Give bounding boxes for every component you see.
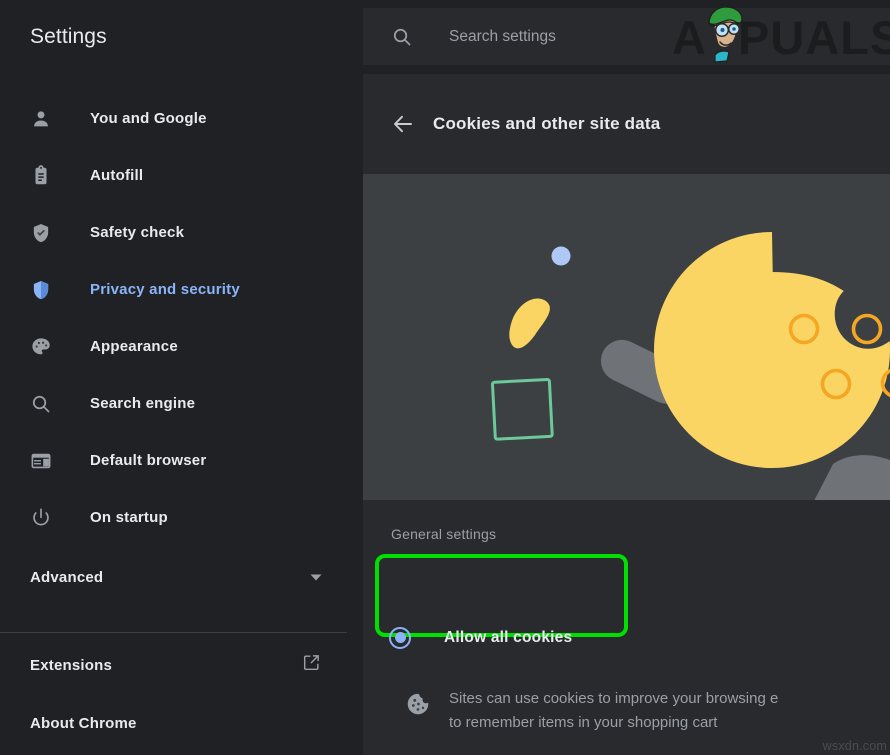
search-box[interactable] [363,8,890,65]
chevron-down-icon [309,570,323,584]
cookie-icon [405,691,431,717]
sidebar-nav-list: You and Google Autofill Safety check Pri… [0,74,363,546]
sidebar-item-safety-check[interactable]: Safety check [0,204,363,261]
settings-title-bar: Settings [0,0,363,74]
page-header: Cookies and other site data [363,74,890,174]
shield-icon [30,279,52,301]
sidebar-item-advanced[interactable]: Advanced [0,546,363,608]
sidebar: Settings You and Google Autofill Safety … [0,0,363,755]
sidebar-item-extensions[interactable]: Extensions [0,636,363,694]
radio-option-allow-all-cookies[interactable]: Allow all cookies [363,596,890,679]
search-icon [391,26,413,48]
section-label: General settings [391,526,497,542]
magnifier-icon [30,393,52,415]
sidebar-footer: Extensions About Chrome [0,636,363,752]
search-input[interactable] [449,27,679,46]
sidebar-item-label: Privacy and security [90,281,240,298]
sidebar-item-label: Safety check [90,224,185,241]
power-icon [30,507,52,529]
sidebar-item-you-and-google[interactable]: You and Google [0,90,363,147]
sidebar-item-privacy-and-security[interactable]: Privacy and security [0,261,363,318]
main-panel: Cookies and other site data General sett… [363,74,890,755]
page-title: Cookies and other site data [433,114,661,133]
radio-description: Sites can use cookies to improve your br… [449,690,779,732]
sidebar-item-label: You and Google [90,110,207,127]
sidebar-item-label: Appearance [90,338,178,355]
sidebar-divider [0,632,347,633]
sidebar-item-label: On startup [90,509,168,526]
clipboard-icon [30,164,52,187]
sidebar-item-about-chrome[interactable]: About Chrome [0,694,363,752]
page-title-settings: Settings [30,25,107,48]
browser-window-icon [30,450,52,472]
radio-label: Allow all cookies [444,628,573,646]
sidebar-item-label: Search engine [90,395,196,412]
sidebar-item-label: About Chrome [30,714,137,732]
general-settings-section: General settings Allow all cookies Sites… [363,500,890,736]
sidebar-item-on-startup[interactable]: On startup [0,489,363,546]
back-arrow-icon[interactable] [391,112,415,136]
site-watermark: wsxdn.com [822,739,887,753]
sidebar-item-autofill[interactable]: Autofill [0,147,363,204]
dot-shape [551,246,571,266]
palette-icon [30,336,52,358]
radio-button[interactable] [389,626,411,649]
radio-description-row: Sites can use cookies to improve your br… [363,679,890,736]
person-icon [30,108,52,130]
settings-window: Settings You and Google Autofill Safety … [0,0,890,755]
sidebar-item-appearance[interactable]: Appearance [0,318,363,375]
shield-check-icon [30,222,52,244]
sidebar-item-label: Default browser [90,452,207,469]
topbar: A PUALS [363,0,890,74]
sidebar-item-label: Extensions [30,656,113,674]
external-link-icon [302,653,321,677]
sidebar-item-label: Autofill [90,167,144,184]
sidebar-item-label: Advanced [30,568,104,586]
cookie-illustration [363,174,890,500]
radio-inner-dot [394,632,406,643]
sidebar-item-search-engine[interactable]: Search engine [0,375,363,432]
sidebar-item-default-browser[interactable]: Default browser [0,432,363,489]
